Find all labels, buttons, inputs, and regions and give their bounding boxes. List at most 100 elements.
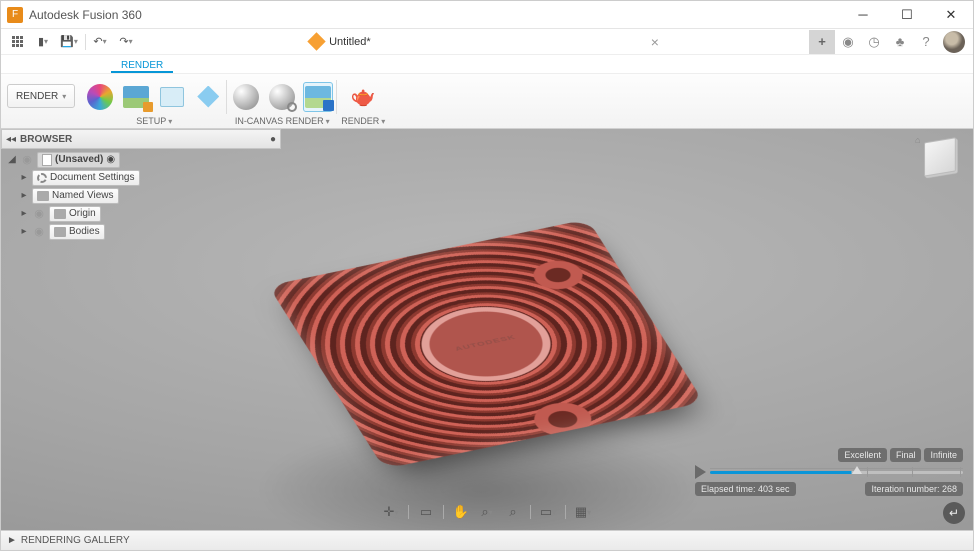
radio-icon[interactable]: ◉ [106,154,115,165]
return-button[interactable]: ↵ [943,502,965,524]
scene-settings-button[interactable] [121,82,151,112]
undo-button[interactable]: ↶▾ [88,31,112,53]
zoom-button[interactable]: ⌕▾ [475,502,499,522]
tree-label: Named Views [52,190,114,201]
play-pause-button[interactable] [695,465,706,479]
fit-button[interactable]: ⌕ [501,502,525,522]
tab-close-button[interactable]: × [651,34,659,50]
viewport[interactable]: ◂◂ BROWSER ● ◢ ◉ (Unsaved) ◉ ▸ Document … [1,129,973,530]
expand-icon[interactable]: ▸ [19,190,29,201]
extensions-button[interactable]: ◉ [835,30,861,54]
expand-icon[interactable]: ◢ [7,154,17,165]
workspace-tabs: RENDER [1,55,973,73]
browser-tree: ◢ ◉ (Unsaved) ◉ ▸ Document Settings ▸ Na… [7,151,140,241]
tree-item-docsettings[interactable]: ▸ Document Settings [19,169,140,186]
elapsed-time-label: Elapsed time: 403 sec [695,482,796,496]
redo-button[interactable]: ↷▾ [114,31,138,53]
expand-icon[interactable]: ▸ [19,208,29,219]
folder-icon [37,191,49,201]
appearance-button[interactable] [85,82,115,112]
ribbon-group-incanvas: IN-CANVAS RENDER▾ [227,76,337,128]
capture-image-button[interactable] [303,82,333,112]
workspace-label: RENDER [16,91,58,102]
file-button[interactable]: ▮▾ [31,31,55,53]
tree-item-origin[interactable]: ▸ ◉ Origin [19,205,140,222]
bell-icon: ♣ [896,34,905,49]
tab-render[interactable]: RENDER [111,58,173,73]
new-tab-button[interactable]: + [809,30,835,54]
ribbon-group-setup: SETUP▾ [81,76,227,128]
chevron-down-icon: ▾ [62,92,66,101]
texture-map-button[interactable] [193,82,223,112]
browser-title: BROWSER [20,134,72,145]
orbit-button[interactable]: ✛▾ [379,502,403,522]
pan-button[interactable]: ✋ [449,502,473,522]
expand-icon[interactable]: ▸ [19,172,29,183]
folder-icon [54,209,66,219]
tree-label: Origin [69,208,96,219]
tree-root-label: (Unsaved) [55,154,103,165]
browser-panel-header[interactable]: ◂◂ BROWSER ● [1,129,281,149]
quick-access-bar: ▮▾ 💾▾ ↶▾ ↷▾ Untitled* × + ◉ ◷ ♣ ? [1,29,973,55]
pin-icon[interactable]: ● [270,134,276,145]
cube-icon[interactable] [924,137,956,176]
tree-root-row[interactable]: ◢ ◉ (Unsaved) ◉ [7,151,140,168]
save-button[interactable]: 💾▾ [57,31,81,53]
view-cube[interactable]: ⌂ [917,137,963,183]
ribbon-label-setup: SETUP▾ [136,115,172,128]
render-progress-panel: Excellent Final Infinite Elapsed time: 4… [695,448,963,496]
collapse-icon[interactable]: ◂◂ [6,134,16,145]
status-bar: ► RENDERING GALLERY [1,530,973,550]
notifications-button[interactable]: ♣ [887,30,913,54]
ribbon-group-render: 🫖 RENDER▾ [337,76,389,128]
maximize-button[interactable]: ☐ [885,1,929,29]
ribbon-label-render: RENDER▾ [341,115,385,128]
expand-icon[interactable]: ▸ [19,226,29,237]
render-progress-slider[interactable] [710,471,963,474]
navigation-toolbar: ✛▾ ▭ ✋ ⌕▾ ⌕ ▭▾ ▦▾ [375,500,599,524]
separator [85,34,86,50]
tree-label: Bodies [69,226,100,237]
document-icon [307,32,325,50]
header-right-icons: + ◉ ◷ ♣ ? [809,30,969,54]
tree-label: Document Settings [50,172,135,183]
ribbon-label-incanvas: IN-CANVAS RENDER▾ [235,115,330,128]
capture-icon [305,86,331,108]
visibility-icon[interactable]: ◉ [32,207,46,220]
iteration-label: Iteration number: 268 [865,482,963,496]
user-avatar[interactable] [943,31,965,53]
grid-settings-button[interactable]: ▦▾ [571,502,595,522]
tree-item-bodies[interactable]: ▸ ◉ Bodies [19,223,140,240]
help-button[interactable]: ? [913,30,939,54]
workspace-selector[interactable]: RENDER ▾ [7,84,75,108]
gear-icon [37,173,47,183]
texture-icon [197,86,219,108]
look-at-button[interactable]: ▭ [414,502,438,522]
document-tab[interactable]: Untitled* [290,29,391,54]
job-status-button[interactable]: ◷ [861,30,887,54]
home-icon[interactable]: ⌂ [915,135,920,145]
render-button[interactable]: 🫖 [348,82,378,112]
scene-icon [123,86,149,108]
quality-excellent: Excellent [838,448,887,462]
window-controls: ─ ☐ ✕ [841,1,973,29]
teapot-icon: 🫖 [351,84,376,109]
titlebar: F Autodesk Fusion 360 ─ ☐ ✕ [1,1,973,29]
visibility-icon[interactable]: ◉ [20,153,34,166]
folder-icon [54,227,66,237]
close-button[interactable]: ✕ [929,1,973,29]
incanvas-settings-button[interactable] [267,82,297,112]
minimize-button[interactable]: ─ [841,1,885,29]
decal-button[interactable] [157,82,187,112]
status-label[interactable]: RENDERING GALLERY [21,535,130,546]
component-icon [42,154,52,166]
app-icon: F [7,7,23,23]
expand-gallery-icon[interactable]: ► [7,535,17,546]
document-title: Untitled* [329,36,371,48]
visibility-icon[interactable]: ◉ [32,225,46,238]
render-ball-icon [233,84,259,110]
incanvas-render-button[interactable] [231,82,261,112]
tree-item-namedviews[interactable]: ▸ Named Views [19,187,140,204]
data-grid-button[interactable] [5,31,29,53]
display-settings-button[interactable]: ▭▾ [536,502,560,522]
